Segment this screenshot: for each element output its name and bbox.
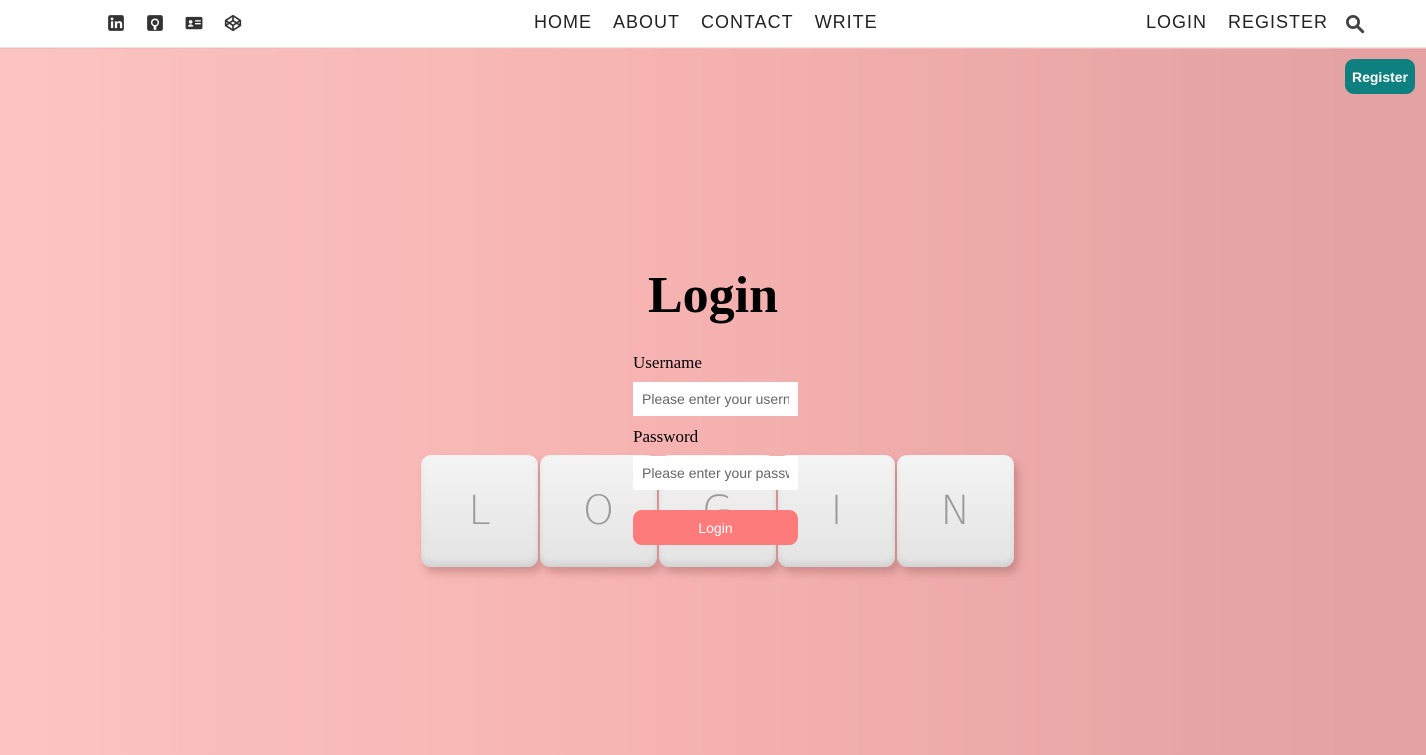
login-button[interactable]: Login xyxy=(633,510,798,545)
password-label: Password xyxy=(633,427,699,446)
nav-contact-link[interactable]: CONTACT xyxy=(701,12,794,33)
password-input[interactable] xyxy=(633,456,798,490)
top-navbar: HOME ABOUT CONTACT WRITE LOGIN REGISTER xyxy=(0,0,1426,48)
search-icon[interactable] xyxy=(1345,14,1365,34)
tile-letter: L xyxy=(421,455,538,567)
id-card-icon[interactable] xyxy=(185,14,203,32)
tile-letter: N xyxy=(897,455,1014,567)
main-nav: HOME ABOUT CONTACT WRITE xyxy=(534,12,899,33)
register-button[interactable]: Register xyxy=(1345,59,1415,94)
username-input[interactable] xyxy=(633,382,798,416)
username-label: Username xyxy=(633,353,702,372)
social-links xyxy=(107,14,263,32)
auth-nav: LOGIN REGISTER xyxy=(1146,12,1349,33)
github-icon[interactable] xyxy=(146,14,164,32)
nav-home-link[interactable]: HOME xyxy=(534,12,592,33)
nav-write-link[interactable]: WRITE xyxy=(815,12,878,33)
login-form: Username Password Login xyxy=(633,353,798,545)
page-title: Login xyxy=(647,267,779,324)
linkedin-icon[interactable] xyxy=(107,14,125,32)
nav-login-link[interactable]: LOGIN xyxy=(1146,12,1207,33)
nav-about-link[interactable]: ABOUT xyxy=(613,12,680,33)
nav-register-link[interactable]: REGISTER xyxy=(1228,12,1328,33)
codepen-icon[interactable] xyxy=(224,14,242,32)
